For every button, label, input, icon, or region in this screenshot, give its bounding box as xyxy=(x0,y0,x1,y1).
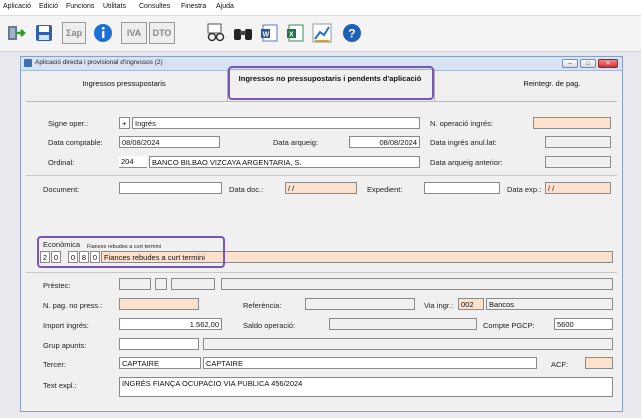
data-arqueig-label: Data arqueig: xyxy=(273,138,319,147)
close-button[interactable]: ✕ xyxy=(598,59,618,68)
menu-consultes[interactable]: Consultes xyxy=(139,3,170,10)
tab-ingressos-pressupostaris[interactable]: Ingressos pressupostaris xyxy=(49,79,199,88)
print-preview-icon[interactable] xyxy=(205,22,227,44)
text-expl-label: Text expl.: xyxy=(43,381,77,390)
text-expl-field[interactable]: INGRÉS FIANÇA OCUPACIO VIA PUBLICA 456/2… xyxy=(119,377,613,397)
data-ingres-anul-label: Data ingrés anul.lat: xyxy=(430,138,497,147)
chart-icon[interactable] xyxy=(311,22,333,44)
sum-icon[interactable]: Σap xyxy=(62,22,86,44)
data-comptable-field[interactable]: 08/08/2024 xyxy=(119,136,220,148)
minimize-button[interactable]: – xyxy=(562,59,578,68)
svg-text:?: ? xyxy=(348,27,355,41)
prestec-label: Préstec: xyxy=(43,281,71,290)
toolbar: Σap IVA DTO W X ? xyxy=(0,16,641,52)
via-ingr-label: Via ingr.: xyxy=(424,301,454,310)
menu-utilitats[interactable]: Utilitats xyxy=(103,3,126,10)
iva-button[interactable]: IVA xyxy=(121,22,147,44)
ordinal-code-field[interactable]: 204 xyxy=(119,156,147,168)
acf-field[interactable] xyxy=(585,357,613,369)
referencia-label: Referència: xyxy=(243,301,282,310)
menu-edicio[interactable]: Edició xyxy=(39,3,58,10)
save-icon[interactable] xyxy=(33,22,55,44)
economica-highlight-box xyxy=(37,236,225,268)
acf-label: ACF: xyxy=(551,360,569,369)
document-field[interactable] xyxy=(119,182,222,194)
menu-bar: Aplicació Edició Funcions Utilitats Cons… xyxy=(0,0,641,16)
n-operacio-label: N. operació ingrés: xyxy=(430,119,493,128)
import-field[interactable]: 1.562,00 xyxy=(119,318,222,330)
n-pag-field[interactable] xyxy=(119,298,199,310)
prestec-field-1[interactable] xyxy=(119,278,151,290)
expedient-field[interactable] xyxy=(424,182,500,194)
menu-funcions[interactable]: Funcions xyxy=(66,3,94,10)
tab-reintegr-pag[interactable]: Reintegr. de pag. xyxy=(497,79,607,88)
svg-text:W: W xyxy=(263,32,270,39)
signe-oper-label: Signe oper.: xyxy=(48,119,89,128)
data-exp-field[interactable]: / / xyxy=(545,182,611,194)
data-arqueig-anterior-label: Data arqueig anterior: xyxy=(430,158,503,167)
info-icon[interactable] xyxy=(92,22,114,44)
compte-pgcp-field[interactable]: 5600 xyxy=(554,318,613,330)
referencia-field[interactable] xyxy=(305,298,415,310)
signe-sign-field[interactable]: + xyxy=(119,117,130,129)
n-operacio-field[interactable] xyxy=(533,117,611,129)
signe-oper-field[interactable]: Ingrés xyxy=(132,117,420,129)
n-pag-label: N. pag. no press.: xyxy=(43,301,103,310)
tab-highlight-box xyxy=(228,66,434,100)
prestec-field-3[interactable] xyxy=(171,278,215,290)
data-ingres-anul-field[interactable] xyxy=(545,136,611,148)
document-label: Document: xyxy=(43,185,80,194)
separator xyxy=(26,175,617,176)
via-ingr-name-field[interactable]: Bancos xyxy=(486,298,613,310)
grup-apunts-desc-field[interactable] xyxy=(203,338,613,350)
menu-aplicacio[interactable]: Aplicació xyxy=(3,3,31,10)
menu-finestra[interactable]: Finestra xyxy=(181,3,206,10)
help-icon[interactable]: ? xyxy=(341,22,363,44)
exit-icon[interactable] xyxy=(5,22,27,44)
ordinal-label: Ordinal: xyxy=(48,158,75,167)
window-title: Aplicació directa i provisional d'ingres… xyxy=(35,59,163,66)
saldo-label: Saldo operació: xyxy=(243,321,296,330)
compte-pgcp-label: Compte PGCP: xyxy=(483,321,535,330)
prestec-field-2[interactable] xyxy=(155,278,167,290)
binoculars-icon[interactable] xyxy=(232,22,254,44)
data-arqueig-field[interactable]: 08/08/2024 xyxy=(349,136,420,148)
app-icon xyxy=(24,59,32,67)
data-doc-field[interactable]: / / xyxy=(285,182,357,194)
dto-button[interactable]: DTO xyxy=(149,22,175,44)
application-window: Aplicació directa i provisional d'ingres… xyxy=(20,56,623,412)
svg-text:X: X xyxy=(289,32,294,39)
data-doc-label: Data doc.: xyxy=(229,185,264,194)
excel-icon[interactable]: X xyxy=(285,22,307,44)
via-ingr-code-field[interactable]: 002 xyxy=(458,298,484,310)
ordinal-name-field[interactable]: BANCO BILBAO VIZCAYA ARGENTARIA, S. xyxy=(149,156,420,168)
separator xyxy=(26,272,617,273)
grup-apunts-code-field[interactable] xyxy=(119,338,199,350)
menu-ajuda[interactable]: Ajuda xyxy=(216,3,234,10)
tercer-name-field[interactable]: CAPTAIRE xyxy=(203,357,537,369)
data-exp-label: Data exp.: xyxy=(507,185,542,194)
maximize-button[interactable]: □ xyxy=(580,59,596,68)
expedient-label: Expedient: xyxy=(367,185,403,194)
data-comptable-label: Data comptable: xyxy=(48,138,103,147)
grup-apunts-label: Grup apunts: xyxy=(43,341,87,350)
tercer-code-field[interactable]: CAPTAIRE xyxy=(119,357,201,369)
data-arqueig-anterior-field[interactable] xyxy=(545,156,611,168)
word-icon[interactable]: W xyxy=(259,22,281,44)
tercer-label: Tercer: xyxy=(43,360,66,369)
import-label: Import ingrés: xyxy=(43,321,89,330)
saldo-field[interactable] xyxy=(329,318,477,330)
prestec-desc-field[interactable] xyxy=(221,278,613,290)
